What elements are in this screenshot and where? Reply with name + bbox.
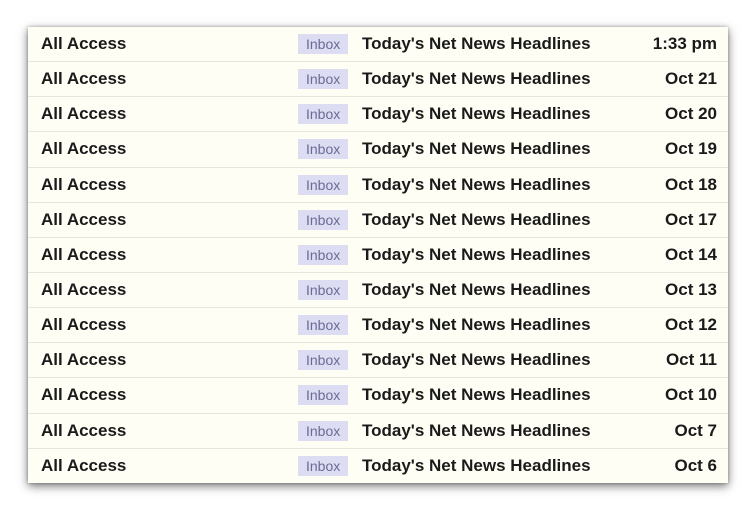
message-subject: Today's Net News Headlines [362, 174, 591, 194]
message-sender: All Access [41, 350, 127, 370]
label-badge[interactable]: Inbox [298, 280, 349, 301]
label-badge[interactable]: Inbox [298, 139, 349, 160]
message-row[interactable]: All Access Inbox Today's Net News Headli… [28, 168, 728, 203]
message-subject: Today's Net News Headlines [362, 69, 591, 89]
label-badge[interactable]: Inbox [298, 244, 349, 265]
message-row[interactable]: All Access Inbox Today's Net News Headli… [28, 132, 728, 168]
message-sender: All Access [41, 385, 127, 405]
message-date: Oct 7 [674, 420, 717, 440]
label-badge[interactable]: Inbox [298, 209, 349, 230]
message-row[interactable]: All Access Inbox Today's Net News Headli… [28, 273, 728, 309]
message-subject: Today's Net News Headlines [362, 385, 591, 405]
message-sender: All Access [41, 34, 127, 54]
label-badge[interactable]: Inbox [298, 456, 349, 477]
message-row[interactable]: All Access Inbox Today's Net News Headli… [28, 27, 728, 63]
message-subject: Today's Net News Headlines [362, 350, 591, 370]
message-date: Oct 10 [665, 385, 717, 405]
message-subject: Today's Net News Headlines [362, 420, 591, 440]
message-subject: Today's Net News Headlines [362, 139, 591, 159]
message-sender: All Access [41, 209, 127, 229]
message-sender: All Access [41, 280, 127, 300]
message-row[interactable]: All Access Inbox Today's Net News Headli… [28, 343, 728, 379]
message-date: Oct 6 [674, 456, 717, 476]
message-row[interactable]: All Access Inbox Today's Net News Headli… [28, 308, 728, 344]
message-sender: All Access [41, 139, 127, 159]
message-subject: Today's Net News Headlines [362, 104, 591, 124]
message-date: Oct 14 [665, 244, 717, 264]
message-subject: Today's Net News Headlines [362, 315, 591, 335]
message-sender: All Access [41, 174, 127, 194]
message-sender: All Access [41, 104, 127, 124]
message-subject: Today's Net News Headlines [362, 280, 591, 300]
message-date: Oct 19 [665, 139, 717, 159]
label-badge[interactable]: Inbox [298, 34, 349, 55]
message-row[interactable]: All Access Inbox Today's Net News Headli… [28, 97, 728, 133]
message-sender: All Access [41, 456, 127, 476]
message-sender: All Access [41, 315, 127, 335]
message-row[interactable]: All Access Inbox Today's Net News Headli… [28, 414, 728, 449]
label-badge[interactable]: Inbox [298, 104, 349, 125]
message-sender: All Access [41, 244, 127, 264]
message-date: Oct 17 [665, 209, 717, 229]
message-row[interactable]: All Access Inbox Today's Net News Headli… [28, 449, 728, 483]
message-list: All Access Inbox Today's Net News Headli… [28, 27, 728, 483]
message-row[interactable]: All Access Inbox Today's Net News Headli… [28, 62, 728, 98]
message-subject: Today's Net News Headlines [362, 209, 591, 229]
label-badge[interactable]: Inbox [298, 69, 349, 90]
message-subject: Today's Net News Headlines [362, 456, 591, 476]
label-badge[interactable]: Inbox [298, 350, 349, 371]
message-subject: Today's Net News Headlines [362, 244, 591, 264]
message-date: Oct 20 [665, 104, 717, 124]
label-badge[interactable]: Inbox [298, 315, 349, 336]
label-badge[interactable]: Inbox [298, 174, 349, 195]
message-date: Oct 21 [665, 69, 717, 89]
label-badge[interactable]: Inbox [298, 420, 349, 441]
message-row[interactable]: All Access Inbox Today's Net News Headli… [28, 203, 728, 238]
message-row[interactable]: All Access Inbox Today's Net News Headli… [28, 378, 728, 414]
message-sender: All Access [41, 420, 127, 440]
message-sender: All Access [41, 69, 127, 89]
message-date: Oct 12 [665, 315, 717, 335]
message-date: Oct 13 [665, 280, 717, 300]
message-row[interactable]: All Access Inbox Today's Net News Headli… [28, 238, 728, 273]
message-date: Oct 18 [665, 174, 717, 194]
message-date: Oct 11 [665, 350, 717, 370]
label-badge[interactable]: Inbox [298, 385, 349, 406]
message-subject: Today's Net News Headlines [362, 34, 591, 54]
message-date: 1:33 pm [652, 34, 717, 54]
